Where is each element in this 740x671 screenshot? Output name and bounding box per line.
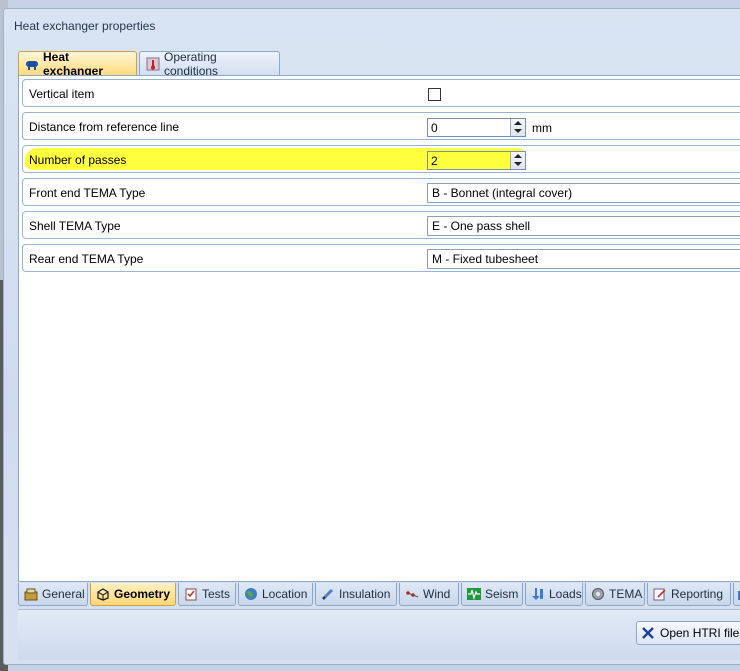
front-end-label: Front end TEMA Type (29, 186, 146, 200)
heat-exchanger-icon (25, 57, 39, 71)
reporting-icon (653, 587, 667, 601)
row-number-of-passes: Number of passes 2 (22, 145, 740, 173)
insulation-icon (321, 587, 335, 601)
tab-general-label: General (42, 587, 85, 601)
tab-geometry-label: Geometry (114, 587, 171, 601)
tab-insulation[interactable]: Insulation (315, 583, 397, 606)
open-htri-file-button[interactable]: Open HTRI file (636, 621, 740, 645)
tab-general[interactable]: General (18, 583, 88, 606)
tab-geometry[interactable]: Geometry (90, 583, 176, 606)
distance-label: Distance from reference line (29, 120, 180, 134)
tab-heat-exchanger[interactable]: Heat exchanger (18, 50, 137, 78)
row-distance: Distance from reference line 0 mm (22, 112, 740, 140)
rear-end-select[interactable]: M - Fixed tubesheet (427, 249, 740, 269)
window-title: Heat exchanger properties (14, 19, 156, 33)
seism-icon (467, 587, 481, 601)
spin-down-icon[interactable] (514, 162, 522, 166)
tema-icon (591, 587, 605, 601)
open-htri-file-label: Open HTRI file (660, 626, 740, 640)
tests-icon (184, 587, 198, 601)
thermometer-icon (146, 57, 160, 71)
passes-spin-buttons[interactable] (510, 152, 525, 169)
loads-icon (531, 587, 545, 601)
tab-reporting-label: Reporting (671, 587, 724, 601)
spin-up-icon[interactable] (514, 121, 522, 125)
shell-select[interactable]: E - One pass shell (427, 216, 740, 236)
rear-end-value: M - Fixed tubesheet (432, 252, 539, 266)
passes-stepper[interactable]: 2 (427, 151, 526, 170)
row-front-end-tema: Front end TEMA Type B - Bonnet (integral… (22, 178, 740, 206)
general-icon (24, 587, 38, 601)
property-panel: Vertical item Distance from reference li… (18, 75, 740, 582)
spin-up-icon[interactable] (514, 154, 522, 158)
wind-icon (405, 587, 419, 601)
front-end-value: B - Bonnet (integral cover) (432, 186, 573, 200)
tab-loads-label: Loads (549, 587, 582, 601)
vertical-item-label: Vertical item (29, 87, 95, 101)
tab-insulation-label: Insulation (339, 587, 391, 601)
distance-stepper[interactable]: 0 (427, 118, 526, 137)
tab-wind[interactable]: Wind (399, 583, 459, 606)
tab-heat-exchanger-label: Heat exchanger (43, 50, 104, 78)
row-shell-tema: Shell TEMA Type E - One pass shell (22, 211, 740, 239)
tab-operating-conditions[interactable]: Operating conditions (139, 49, 280, 78)
row-vertical-item: Vertical item (22, 79, 740, 107)
tab-overflow[interactable] (733, 583, 740, 606)
spin-down-icon[interactable] (514, 129, 522, 133)
tab-seism[interactable]: Seism (461, 583, 523, 606)
distance-spin-buttons[interactable] (510, 119, 525, 136)
tab-seism-label: Seism (485, 587, 519, 601)
tab-tests[interactable]: Tests (178, 583, 236, 606)
htri-icon (641, 626, 655, 640)
row-rear-end-tema: Rear end TEMA Type M - Fixed tubesheet (22, 244, 740, 272)
shell-value: E - One pass shell (432, 219, 531, 233)
tab-reporting[interactable]: Reporting (647, 583, 731, 606)
tab-wind-label: Wind (423, 587, 451, 601)
distance-value: 0 (431, 121, 438, 135)
tab-tema[interactable]: TEMA (585, 583, 645, 606)
geometry-icon (96, 587, 110, 601)
tab-tema-label: TEMA (609, 587, 643, 601)
tab-tests-label: Tests (202, 587, 231, 601)
shell-label: Shell TEMA Type (29, 219, 121, 233)
tab-location[interactable]: Location (238, 583, 313, 606)
passes-value: 2 (431, 154, 438, 168)
vertical-item-checkbox[interactable] (428, 88, 441, 101)
properties-window: Heat exchanger properties Heat exchanger… (3, 8, 740, 665)
front-end-select[interactable]: B - Bonnet (integral cover) (427, 183, 740, 203)
passes-label: Number of passes (29, 153, 127, 167)
distance-unit: mm (532, 121, 552, 135)
tab-loads[interactable]: Loads (525, 583, 583, 606)
rear-end-label: Rear end TEMA Type (29, 252, 144, 266)
tab-location-label: Location (262, 587, 308, 601)
globe-icon (244, 587, 258, 601)
tab-operating-conditions-label: Operating conditions (164, 49, 219, 78)
dialog-footer: Open HTRI file (18, 609, 740, 660)
